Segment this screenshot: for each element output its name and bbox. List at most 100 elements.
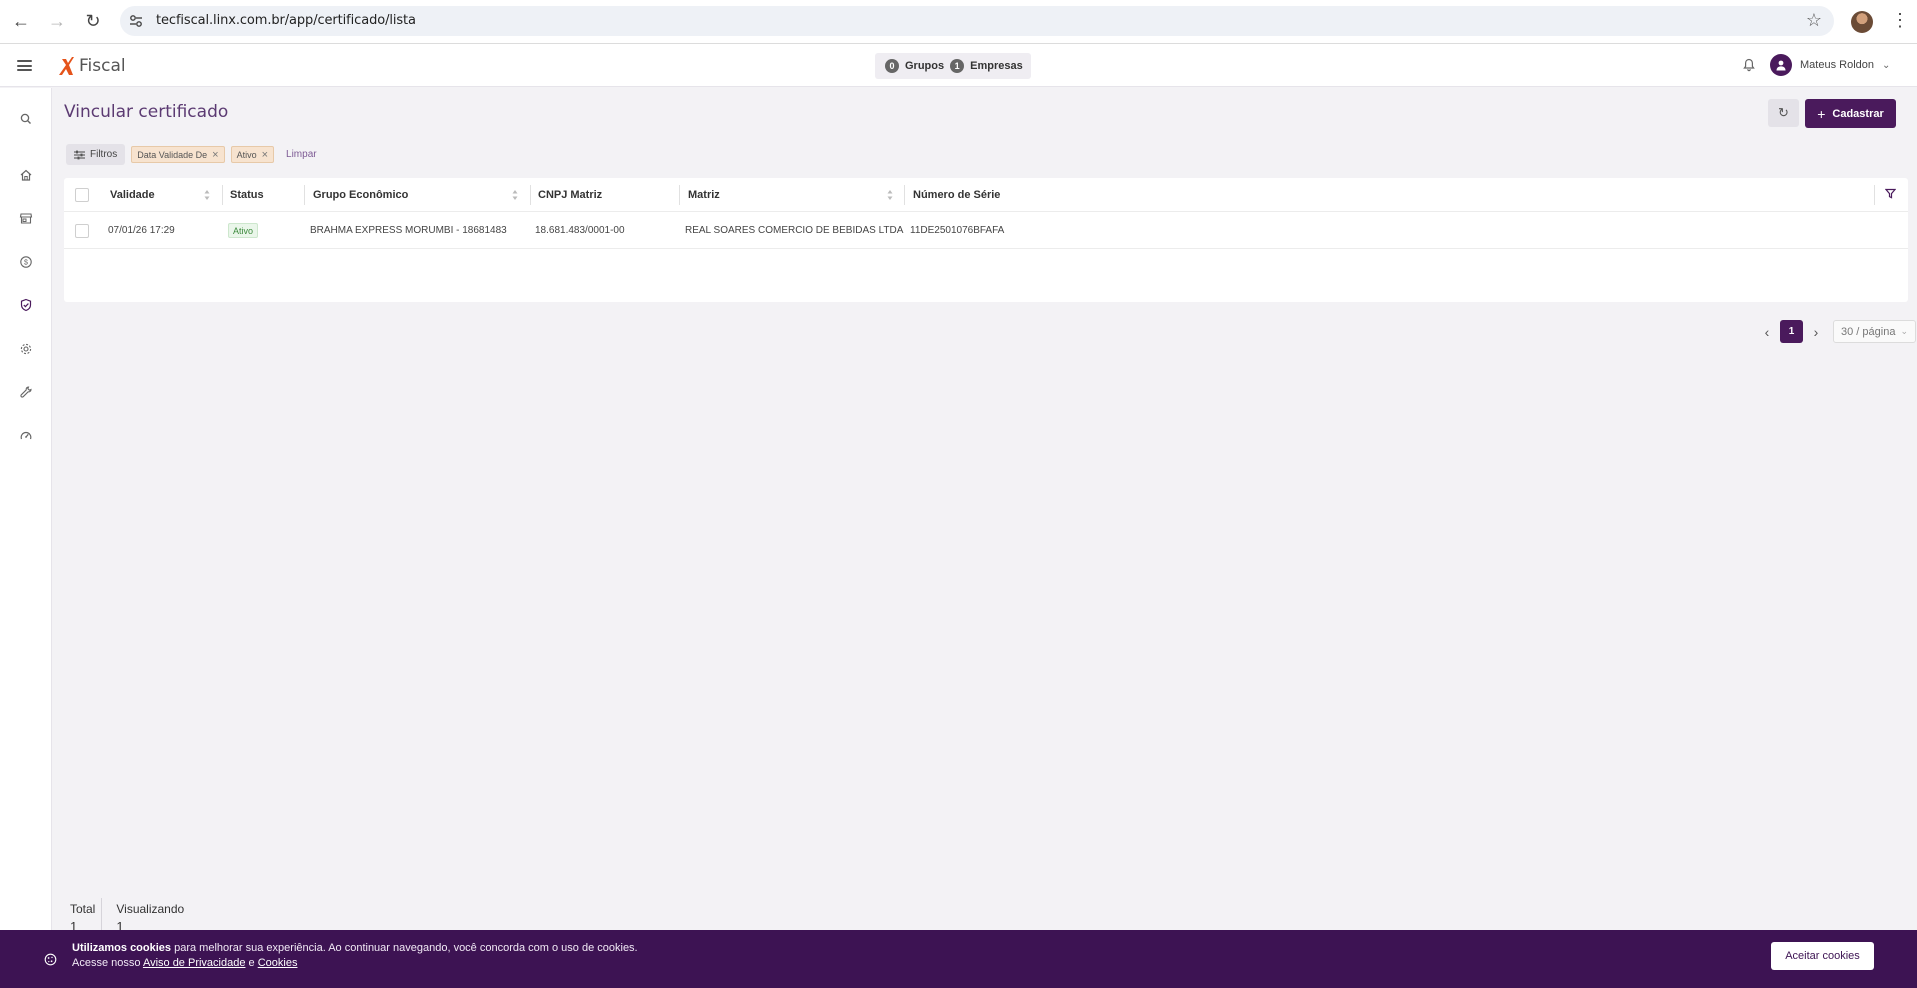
groups-label: Grupos (905, 60, 945, 72)
reload-icon[interactable]: ↻ (81, 9, 105, 33)
table-header: Validade Status Grupo Econômico CNPJ Mat… (64, 178, 1908, 212)
plus-icon: + (1817, 105, 1826, 122)
previous-page-icon[interactable]: ‹ (1760, 324, 1774, 340)
companies-label: Empresas (970, 60, 1023, 72)
user-menu[interactable]: Mateus Roldon ⌄ (1770, 54, 1890, 76)
cell-numero-serie: 11DE2501076BFAFA (910, 225, 1005, 236)
filter-bar: Filtros Data Validade De × Ativo × Limpa… (66, 144, 317, 165)
column-separator (530, 185, 531, 205)
app-header: Fiscal 0 Grupos 1 Empresas Mateus Roldon… (0, 44, 1917, 87)
filter-chip-label: Data Validade De (137, 149, 208, 160)
menu-hamburger-icon[interactable] (17, 60, 32, 71)
user-name: Mateus Roldon (1800, 59, 1874, 71)
context-selector[interactable]: 0 Grupos 1 Empresas (875, 53, 1031, 79)
cell-cnpj-matriz: 18.681.483/0001-00 (535, 225, 625, 236)
dollar-icon[interactable]: $ (19, 255, 33, 269)
close-icon[interactable]: × (212, 149, 218, 161)
cookie-text-line1: para melhorar sua experiência. Ao contin… (174, 942, 638, 954)
svg-text:$: $ (24, 260, 28, 267)
column-separator (904, 185, 905, 205)
bookmark-star-icon[interactable]: ☆ (1806, 10, 1822, 31)
total-stat: Total 1 (64, 898, 103, 934)
app-name: Fiscal (79, 56, 126, 76)
cookie-message: Utilizamos cookies para melhorar sua exp… (72, 941, 638, 971)
cookie-conjunction: e (248, 957, 255, 969)
groups-count-badge: 0 (885, 59, 899, 73)
search-icon[interactable] (19, 112, 33, 126)
shield-check-icon[interactable] (19, 298, 33, 312)
wrench-icon[interactable] (19, 385, 33, 399)
browser-toolbar: ← → ↻ tecfiscal.linx.com.br/app/certific… (0, 0, 1917, 44)
filter-chip-data-validade: Data Validade De × (131, 146, 225, 163)
column-separator (679, 185, 680, 205)
cell-matriz: REAL SOARES COMERCIO DE BEBIDAS LTDA (685, 225, 904, 236)
url-text: tecfiscal.linx.com.br/app/certificado/li… (156, 13, 416, 28)
column-header-status[interactable]: Status (230, 189, 264, 201)
column-separator (1874, 185, 1875, 205)
refresh-icon: ↻ (1778, 105, 1789, 120)
browser-menu-icon[interactable]: ⋮ (1891, 10, 1909, 31)
next-page-icon[interactable]: › (1809, 324, 1823, 340)
cookie-bold-text: Utilizamos cookies (72, 942, 172, 954)
viewing-label: Visualizando (116, 902, 185, 916)
cookies-policy-link[interactable]: Cookies (258, 957, 298, 969)
sort-icon[interactable] (204, 189, 210, 201)
filter-chip-label: Ativo (236, 149, 257, 160)
page-size-value: 30 / página (1841, 325, 1896, 338)
address-bar[interactable]: tecfiscal.linx.com.br/app/certificado/li… (120, 6, 1834, 36)
site-settings-icon[interactable] (128, 13, 144, 29)
cadastrar-button[interactable]: + Cadastrar (1805, 99, 1896, 128)
home-icon[interactable] (19, 168, 33, 182)
column-header-matriz[interactable]: Matriz (688, 189, 720, 201)
column-header-grupo-economico[interactable]: Grupo Econômico (313, 189, 408, 201)
filters-button[interactable]: Filtros (66, 144, 126, 165)
cell-grupo-economico: BRAHMA EXPRESS MORUMBI - 18681483 (310, 225, 507, 236)
cadastrar-label: Cadastrar (1832, 107, 1884, 120)
user-icon (1776, 60, 1786, 71)
accept-cookies-button[interactable]: Aceitar cookies (1771, 942, 1874, 970)
cookie-text-line2: Acesse nosso (72, 957, 141, 969)
clear-filters-link[interactable]: Limpar (286, 149, 317, 160)
store-icon[interactable] (19, 211, 33, 225)
chevron-down-icon: ⌄ (1882, 59, 1891, 71)
page-title: Vincular certificado (64, 102, 229, 122)
column-header-validade[interactable]: Validade (110, 189, 155, 201)
table-row[interactable]: 07/01/26 17:29 Ativo BRAHMA EXPRESS MORU… (64, 213, 1908, 249)
total-label: Total (70, 902, 96, 916)
pagination: ‹ 1 › 30 / página ⌄ (1760, 320, 1916, 343)
sort-icon[interactable] (512, 189, 518, 201)
fiscal-logo-icon (59, 57, 74, 75)
browser-profile-avatar[interactable] (1851, 11, 1873, 33)
companies-count-badge: 1 (950, 59, 965, 73)
row-checkbox[interactable] (75, 224, 89, 238)
filters-label: Filtros (90, 149, 118, 160)
privacy-notice-link[interactable]: Aviso de Privacidade (143, 957, 246, 969)
dashboard-icon[interactable] (19, 429, 33, 443)
back-arrow-icon[interactable]: ← (9, 9, 33, 33)
sidebar: $ (0, 88, 52, 988)
page-number-current[interactable]: 1 (1780, 320, 1803, 343)
notification-bell-icon[interactable] (1742, 58, 1756, 72)
column-header-cnpj-matriz[interactable]: CNPJ Matriz (538, 189, 602, 201)
page-size-select[interactable]: 30 / página ⌄ (1833, 320, 1916, 343)
column-separator (304, 185, 305, 205)
refresh-button[interactable]: ↻ (1768, 99, 1799, 127)
close-icon[interactable]: × (262, 149, 268, 161)
filter-chip-ativo: Ativo × (230, 146, 275, 163)
settings-icon[interactable] (19, 342, 33, 356)
chevron-down-icon: ⌄ (1900, 326, 1908, 336)
app-logo[interactable]: Fiscal (57, 56, 126, 76)
forward-arrow-icon[interactable]: → (45, 9, 69, 33)
column-header-numero-serie[interactable]: Número de Série (913, 189, 1000, 201)
filter-funnel-icon[interactable] (1885, 188, 1896, 199)
select-all-checkbox[interactable] (75, 188, 89, 202)
user-avatar (1770, 54, 1792, 76)
cookie-icon (44, 953, 57, 966)
cookie-banner: Utilizamos cookies para melhorar sua exp… (0, 930, 1917, 988)
sort-icon[interactable] (887, 189, 893, 201)
sliders-icon (74, 150, 85, 159)
cell-validade: 07/01/26 17:29 (108, 225, 175, 236)
viewing-stat: Visualizando 1 (102, 898, 190, 934)
footer-stats: Total 1 Visualizando 1 (64, 898, 190, 934)
certificates-table: Validade Status Grupo Econômico CNPJ Mat… (64, 178, 1908, 302)
